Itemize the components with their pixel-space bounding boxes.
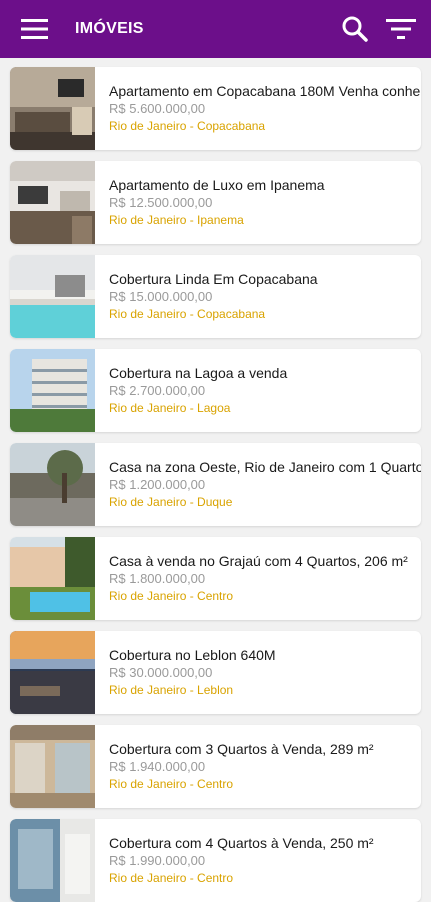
listing-price: R$ 12.500.000,00 <box>109 195 213 210</box>
listing-photo-pool <box>10 255 95 338</box>
listing-title: Apartamento em Copacabana 180M Venha con… <box>109 83 421 99</box>
listing-location: Rio de Janeiro - Ipanema <box>109 213 244 227</box>
listing-title: Cobertura na Lagoa a venda <box>109 365 288 381</box>
listing-photo-garden <box>10 443 95 526</box>
listing-title: Casa à venda no Grajaú com 4 Quartos, 20… <box>109 553 408 569</box>
listing-title: Apartamento de Luxo em Ipanema <box>109 177 325 193</box>
listing-location: Rio de Janeiro - Centro <box>109 777 234 791</box>
menu-button[interactable] <box>15 9 55 49</box>
listing-photo-interior <box>10 725 95 808</box>
listing-card[interactable]: Cobertura com 4 Quartos à Venda, 250 m² … <box>10 819 421 902</box>
listing-photo-kitchen <box>10 161 95 244</box>
listing-photo-building <box>10 349 95 432</box>
listing-price: R$ 2.700.000,00 <box>109 383 206 398</box>
search-icon <box>342 16 368 42</box>
filter-icon <box>386 19 416 39</box>
listing-price: R$ 30.000.000,00 <box>109 665 213 680</box>
listing-price: R$ 1.200.000,00 <box>109 477 206 492</box>
listing-photo-living-room <box>10 67 95 150</box>
listing-card[interactable]: Cobertura na Lagoa a venda R$ 2.700.000,… <box>10 349 421 432</box>
listing-card[interactable]: Apartamento em Copacabana 180M Venha con… <box>10 67 421 150</box>
listing-location: Rio de Janeiro - Leblon <box>109 683 234 697</box>
listing-location: Rio de Janeiro - Lagoa <box>109 401 231 415</box>
listing-title: Casa na zona Oeste, Rio de Janeiro com 1… <box>109 459 421 475</box>
listing-photo-sunset-terrace <box>10 631 95 714</box>
listing-title: Cobertura com 3 Quartos à Venda, 289 m² <box>109 741 374 757</box>
listing-location: Rio de Janeiro - Copacabana <box>109 119 266 133</box>
listing-location: Rio de Janeiro - Centro <box>109 871 234 885</box>
search-button[interactable] <box>335 9 375 49</box>
listing-price: R$ 1.800.000,00 <box>109 571 206 586</box>
listing-price: R$ 15.000.000,00 <box>109 289 213 304</box>
filter-button[interactable] <box>381 9 421 49</box>
listing-title: Cobertura no Leblon 640M <box>109 647 276 663</box>
listing-card[interactable]: Cobertura com 3 Quartos à Venda, 289 m² … <box>10 725 421 808</box>
listing-title: Cobertura Linda Em Copacabana <box>109 271 318 287</box>
listing-list: Apartamento em Copacabana 180M Venha con… <box>0 58 431 902</box>
page-title: IMÓVEIS <box>75 20 144 37</box>
listing-card[interactable]: Cobertura Linda Em Copacabana R$ 15.000.… <box>10 255 421 338</box>
menu-icon <box>21 19 48 39</box>
listing-card[interactable]: Cobertura no Leblon 640M R$ 30.000.000,0… <box>10 631 421 714</box>
app-bar: IMÓVEIS <box>0 0 431 58</box>
listing-photo-balcony <box>10 819 95 902</box>
listing-location: Rio de Janeiro - Duque <box>109 495 233 509</box>
listing-card[interactable]: Casa na zona Oeste, Rio de Janeiro com 1… <box>10 443 421 526</box>
listing-location: Rio de Janeiro - Centro <box>109 589 234 603</box>
listing-title: Cobertura com 4 Quartos à Venda, 250 m² <box>109 835 374 851</box>
listing-price: R$ 5.600.000,00 <box>109 101 206 116</box>
listing-location: Rio de Janeiro - Copacabana <box>109 307 266 321</box>
listing-card[interactable]: Casa à venda no Grajaú com 4 Quartos, 20… <box>10 537 421 620</box>
listing-photo-house-pool <box>10 537 95 620</box>
listing-price: R$ 1.940.000,00 <box>109 759 206 774</box>
listing-card[interactable]: Apartamento de Luxo em Ipanema R$ 12.500… <box>10 161 421 244</box>
listing-price: R$ 1.990.000,00 <box>109 853 206 868</box>
